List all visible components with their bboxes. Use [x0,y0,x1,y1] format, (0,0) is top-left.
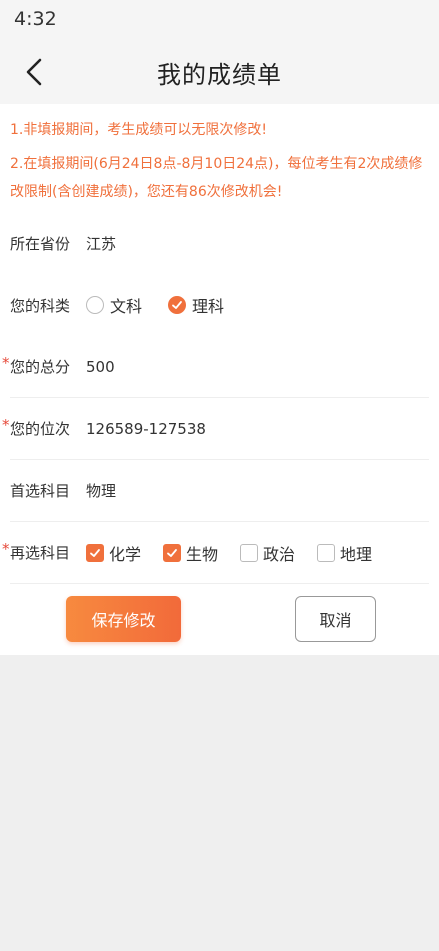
notice-line-2: 2.在填报期间(6月24日8点-8月10日24点)，每位考生有2次成绩修改限制(… [10,156,423,200]
radio-checked-icon [168,296,187,314]
category-row: 您的科类 文科 理科 [10,274,429,336]
score-label: 您的总分 [2,354,86,377]
status-bar: 4:32 [0,0,439,40]
notice: 1.非填报期间，考生成绩可以无限次修改! 2.在填报期间(6月24日8点-8月1… [0,104,439,206]
province-value[interactable]: 江苏 [86,233,116,254]
first-subject-label: 首选科目 [10,482,71,500]
checkbox-biology[interactable]: 生物 [163,541,218,565]
save-button[interactable]: 保存修改 [66,596,181,642]
province-label: 所在省份 [10,234,71,253]
first-subject-value: 物理 [86,482,117,500]
checkbox-label: 政治 [263,544,296,564]
rank-row: 您的位次 126589-127538 [2,398,429,460]
checkbox-label: 化学 [109,544,142,564]
second-subject-row: 再选科目 化学 生物 政治 地理 [2,522,429,584]
radio-off-icon [86,296,104,314]
radio-label: 理科 [192,297,225,316]
second-subject-label: 再选科目 [2,540,86,563]
nav-bar: 我的成绩单 [0,40,439,104]
checkbox-unchecked-icon [317,543,336,562]
checkbox-unchecked-icon [240,543,259,562]
category-label: 您的科类 [10,296,71,315]
score-input[interactable]: 500 [86,358,115,376]
checkbox-geography[interactable]: 地理 [317,541,372,565]
action-buttons: 保存修改 取消 [0,584,439,642]
rank-label: 您的位次 [2,416,86,439]
first-subject-row: 首选科目 物理 [10,460,429,522]
cancel-button[interactable]: 取消 [295,596,376,642]
checkbox-label: 生物 [186,544,219,564]
checkbox-checked-icon [86,543,104,562]
radio-science[interactable]: 理科 [168,293,224,317]
chevron-left-icon [26,58,42,86]
province-row: 所在省份 江苏 [10,212,429,274]
notice-line-1: 1.非填报期间，考生成绩可以无限次修改! [10,122,267,138]
score-row: 您的总分 500 [2,336,429,398]
status-time: 4:32 [14,8,57,30]
checkbox-chemistry[interactable]: 化学 [86,541,141,565]
back-button[interactable] [14,52,54,92]
radio-label: 文科 [110,297,143,316]
radio-liberal-arts[interactable]: 文科 [86,293,142,317]
page-title: 我的成绩单 [157,60,282,89]
checkbox-label: 地理 [340,544,373,564]
rank-value: 126589-127538 [86,419,206,438]
checkbox-politics[interactable]: 政治 [240,541,295,565]
score-form: 1.非填报期间，考生成绩可以无限次修改! 2.在填报期间(6月24日8点-8月1… [0,104,439,655]
checkbox-checked-icon [163,543,182,562]
